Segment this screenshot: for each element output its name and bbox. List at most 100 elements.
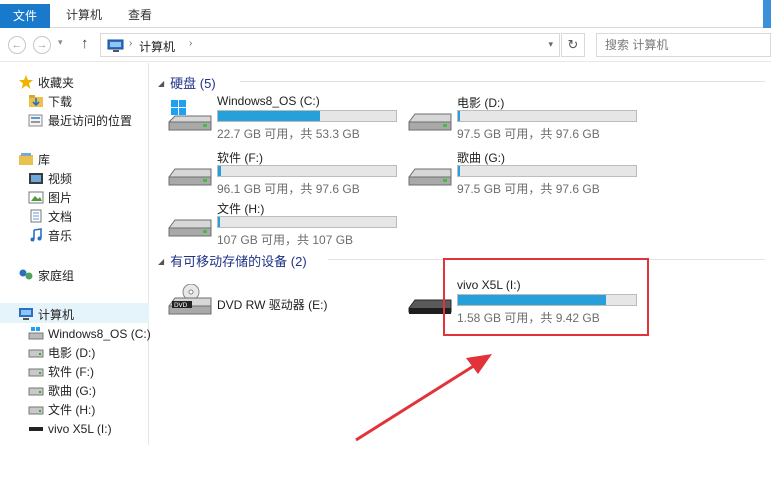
drive-item-c[interactable]: Windows8_OS (C:) 22.7 GB 可用，共 53.3 GB [167, 94, 397, 144]
drive-space-info: 97.5 GB 可用，共 97.6 GB [457, 182, 600, 196]
file-view: ◢ 硬盘 (5) Windows8_OS (C:) 22.7 GB 可用，共 53… [150, 63, 771, 445]
navigation-pane: 收藏夹 下载 最近访问的位置 库 视频 图片 文档 音乐 家庭组 计算机 Win… [0, 63, 151, 445]
breadcrumb-separator[interactable]: › [129, 38, 132, 49]
sidebar-item-music[interactable]: 音乐 [28, 226, 72, 244]
homegroup-icon [19, 269, 33, 280]
sidebar-item-label: 计算机 [38, 307, 75, 322]
sidebar-favorites[interactable]: 收藏夹 [18, 73, 74, 91]
sidebar-item-drive-f[interactable]: 软件 (F:) [28, 362, 94, 380]
address-bar[interactable]: › 计算机 › ▾ [100, 33, 560, 57]
music-note-icon [30, 227, 42, 242]
sidebar-item-drive-h[interactable]: 文件 (H:) [28, 400, 95, 418]
sidebar-libraries[interactable]: 库 [18, 150, 50, 168]
sidebar-item-label: 文档 [48, 209, 73, 224]
sidebar-item-label: 文件 (H:) [48, 402, 96, 417]
group-title: 有可移动存储的设备 (2) [170, 254, 307, 269]
drive-usage-fill [458, 166, 460, 176]
sidebar-item-label: 图片 [48, 190, 73, 205]
navigation-bar: ← → ▾ ↑ › 计算机 › ▾ ↻ [0, 28, 771, 62]
sidebar-item-drive-c[interactable]: Windows8_OS (C:) [28, 324, 151, 342]
drive-name: 歌曲 (G:) [457, 151, 505, 165]
group-header-hard-drives[interactable]: ◢ 硬盘 (5) [158, 73, 216, 92]
sidebar-item-drive-i[interactable]: vivo X5L (I:) [28, 419, 112, 437]
group-title: 硬盘 (5) [170, 76, 216, 91]
back-button[interactable]: ← [8, 36, 26, 54]
sidebar-item-label: 家庭组 [38, 268, 75, 283]
drive-space-info: 97.5 GB 可用，共 97.6 GB [457, 127, 600, 141]
tab-computer[interactable]: 计算机 [56, 5, 112, 25]
drive-space-info: 22.7 GB 可用，共 53.3 GB [217, 127, 360, 141]
drive-item-f[interactable]: 软件 (F:) 96.1 GB 可用，共 97.6 GB [167, 149, 397, 199]
chevron-down-icon[interactable]: ▾ [548, 39, 553, 50]
drive-name: DVD RW 驱动器 (E:) [217, 298, 328, 312]
drive-usage-fill [218, 111, 321, 121]
drive-item-h[interactable]: 文件 (H:) 107 GB 可用，共 107 GB [167, 200, 397, 250]
drive-icon [28, 368, 44, 377]
ribbon: 文件 计算机 查看 [0, 0, 771, 28]
drive-icon [408, 113, 452, 131]
drive-icon [408, 168, 452, 186]
drive-usage-bar [457, 110, 637, 122]
drive-icon [28, 349, 44, 358]
sidebar-item-label: 电影 (D:) [48, 345, 96, 360]
svg-text:DVD: DVD [174, 302, 188, 309]
drive-item-e-dvd[interactable]: DVD DVD RW 驱动器 (E:) [167, 278, 397, 328]
sidebar-item-documents[interactable]: 文档 [28, 207, 72, 225]
refresh-icon: ↻ [567, 37, 579, 52]
star-icon [19, 74, 33, 89]
sidebar-item-label: 下载 [48, 94, 73, 109]
collapse-triangle-icon[interactable]: ◢ [158, 79, 164, 88]
sidebar-item-recent[interactable]: 最近访问的位置 [28, 111, 132, 129]
arrow-left-icon: ← [11, 39, 23, 51]
drive-icon [168, 168, 212, 186]
drive-name: 软件 (F:) [217, 151, 263, 165]
sidebar-computer[interactable]: 计算机 [18, 305, 74, 323]
recent-locations-dropdown[interactable]: ▾ [58, 37, 63, 48]
drive-icon [168, 219, 212, 237]
annotation-highlight-box [443, 258, 649, 336]
drive-usage-fill [218, 166, 221, 176]
document-icon [30, 209, 42, 223]
sidebar-item-label: 视频 [48, 171, 73, 186]
dvd-drive-icon: DVD [168, 284, 212, 315]
download-folder-icon [29, 94, 43, 107]
sidebar-item-label: 库 [38, 152, 51, 167]
drive-item-d[interactable]: 电影 (D:) 97.5 GB 可用，共 97.6 GB [407, 94, 637, 144]
forward-button[interactable]: → [33, 36, 51, 54]
drive-item-g[interactable]: 歌曲 (G:) 97.5 GB 可用，共 97.6 GB [407, 149, 637, 199]
drive-name: Windows8_OS (C:) [217, 94, 320, 108]
sidebar-item-drive-g[interactable]: 歌曲 (G:) [28, 381, 96, 399]
drive-usage-bar [217, 110, 397, 122]
sidebar-item-label: 软件 (F:) [48, 364, 94, 379]
video-icon [29, 172, 43, 184]
sidebar-item-downloads[interactable]: 下载 [28, 92, 72, 110]
sidebar-item-label: 收藏夹 [38, 75, 75, 90]
refresh-button[interactable]: ↻ [561, 33, 585, 57]
up-button[interactable]: ↑ [81, 35, 89, 52]
search-input[interactable] [597, 34, 770, 56]
drive-name: 文件 (H:) [217, 202, 265, 216]
sidebar-homegroup[interactable]: 家庭组 [18, 266, 74, 284]
sidebar-item-drive-d[interactable]: 电影 (D:) [28, 343, 95, 361]
drive-icon [28, 387, 44, 396]
arrow-right-icon: → [36, 39, 48, 51]
collapse-triangle-icon[interactable]: ◢ [158, 257, 164, 266]
drive-usage-bar [217, 165, 397, 177]
breadcrumb-computer[interactable]: 计算机 [139, 38, 175, 55]
library-icon [19, 152, 33, 165]
breadcrumb-separator[interactable]: › [189, 38, 192, 49]
drive-name: 电影 (D:) [457, 96, 505, 110]
drive-icon [28, 406, 44, 415]
sidebar-item-videos[interactable]: 视频 [28, 169, 72, 187]
ribbon-edge [763, 0, 771, 28]
drive-space-info: 107 GB 可用，共 107 GB [217, 233, 354, 247]
search-box[interactable] [596, 33, 771, 57]
tab-file[interactable]: 文件 [0, 4, 50, 28]
sidebar-item-pictures[interactable]: 图片 [28, 188, 72, 206]
recent-places-icon [28, 114, 43, 127]
picture-icon [28, 191, 44, 204]
sidebar-item-label: vivo X5L (I:) [48, 421, 112, 436]
group-header-removable[interactable]: ◢ 有可移动存储的设备 (2) [158, 251, 307, 270]
arrow-up-icon: ↑ [81, 35, 89, 52]
tab-view[interactable]: 查看 [118, 5, 162, 25]
